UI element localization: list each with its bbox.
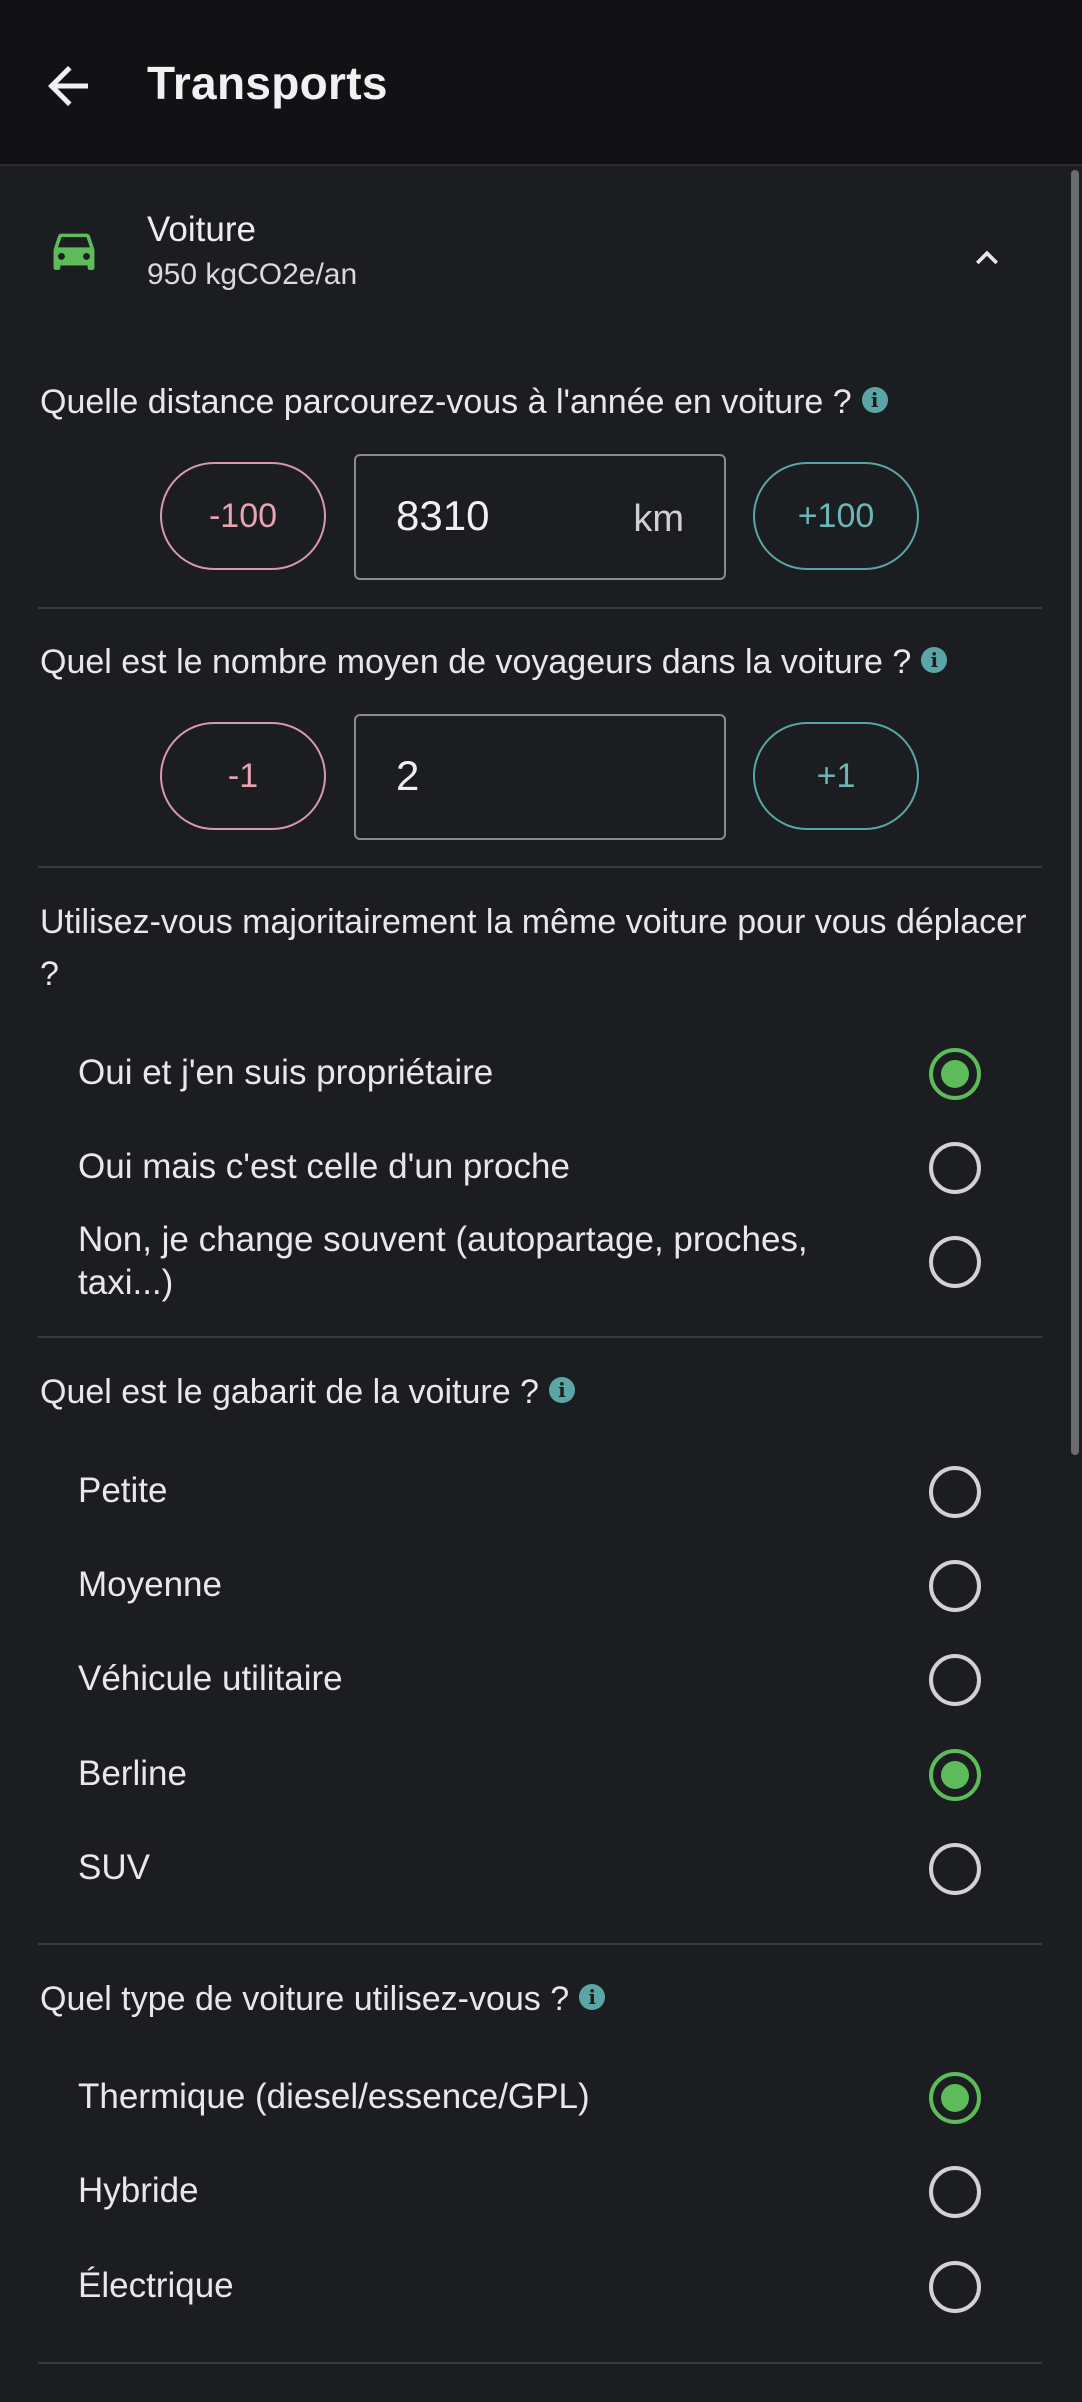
app-bar: Transports xyxy=(0,0,1082,166)
car-section-header[interactable]: Voiture 950 kgCO2e/an xyxy=(0,168,1082,318)
radio-unselected[interactable] xyxy=(929,1236,981,1288)
radio-unselected[interactable] xyxy=(929,1466,981,1518)
info-icon[interactable]: i xyxy=(861,387,888,413)
distance-value: 8310 xyxy=(396,492,490,539)
divider xyxy=(38,1336,1042,1338)
same-car-option-owner[interactable]: Oui et j'en suis propriétaire xyxy=(0,1028,1082,1118)
radio-unselected[interactable] xyxy=(929,1843,981,1895)
info-icon[interactable]: i xyxy=(548,1377,575,1403)
passengers-value: 2 xyxy=(396,752,420,799)
car-section-title: Voiture xyxy=(147,210,256,249)
radio-unselected[interactable] xyxy=(929,2166,981,2218)
info-icon[interactable]: i xyxy=(579,1984,606,2010)
distance-question: Quelle distance parcourez-vous à l'année… xyxy=(40,376,1050,428)
info-icon[interactable]: i xyxy=(921,647,948,673)
divider xyxy=(38,866,1042,868)
car-emissions: 950 kgCO2e/an xyxy=(147,258,358,291)
same-car-option-changes[interactable]: Non, je change souvent (autopartage, pro… xyxy=(0,1210,1082,1310)
radio-selected[interactable] xyxy=(929,1048,981,1100)
radio-unselected[interactable] xyxy=(929,1560,981,1612)
distance-unit: km xyxy=(633,498,684,540)
size-option-suv[interactable]: SUV xyxy=(0,1823,1082,1913)
chevron-up-icon[interactable] xyxy=(965,236,1009,280)
car-icon xyxy=(53,233,95,271)
radio-unselected[interactable] xyxy=(929,1654,981,1706)
type-option-hybride[interactable]: Hybride xyxy=(0,2146,1082,2236)
passengers-plus-button[interactable]: +1 xyxy=(753,722,919,830)
type-option-thermique[interactable]: Thermique (diesel/essence/GPL) xyxy=(0,2052,1082,2142)
radio-selected[interactable] xyxy=(929,2072,981,2124)
divider xyxy=(38,2362,1042,2364)
radio-selected[interactable] xyxy=(929,1749,981,1801)
distance-input[interactable]: 8310 km xyxy=(354,454,726,580)
divider xyxy=(38,1943,1042,1945)
passengers-minus-button[interactable]: -1 xyxy=(160,722,326,830)
passengers-input[interactable]: 2 xyxy=(354,714,726,840)
size-option-moyenne[interactable]: Moyenne xyxy=(0,1540,1082,1630)
type-option-electrique[interactable]: Électrique xyxy=(0,2241,1082,2331)
passengers-question: Quel est le nombre moyen de voyageurs da… xyxy=(40,636,1050,688)
distance-minus-button[interactable]: -100 xyxy=(160,462,326,570)
size-question: Quel est le gabarit de la voiture ? i xyxy=(40,1366,1050,1418)
same-car-option-relative[interactable]: Oui mais c'est celle d'un proche xyxy=(0,1122,1082,1212)
size-option-petite[interactable]: Petite xyxy=(0,1446,1082,1536)
size-option-berline[interactable]: Berline xyxy=(0,1729,1082,1819)
radio-unselected[interactable] xyxy=(929,1142,981,1194)
same-car-question: Utilisez-vous majoritairement la même vo… xyxy=(40,903,1027,993)
back-arrow-icon[interactable] xyxy=(38,56,98,116)
radio-unselected[interactable] xyxy=(929,2261,981,2313)
type-question: Quel type de voiture utilisez-vous ? i xyxy=(40,1973,1050,2025)
divider xyxy=(38,607,1042,609)
distance-plus-button[interactable]: +100 xyxy=(753,462,919,570)
page-title: Transports xyxy=(147,57,388,109)
size-option-utilitaire[interactable]: Véhicule utilitaire xyxy=(0,1634,1082,1724)
